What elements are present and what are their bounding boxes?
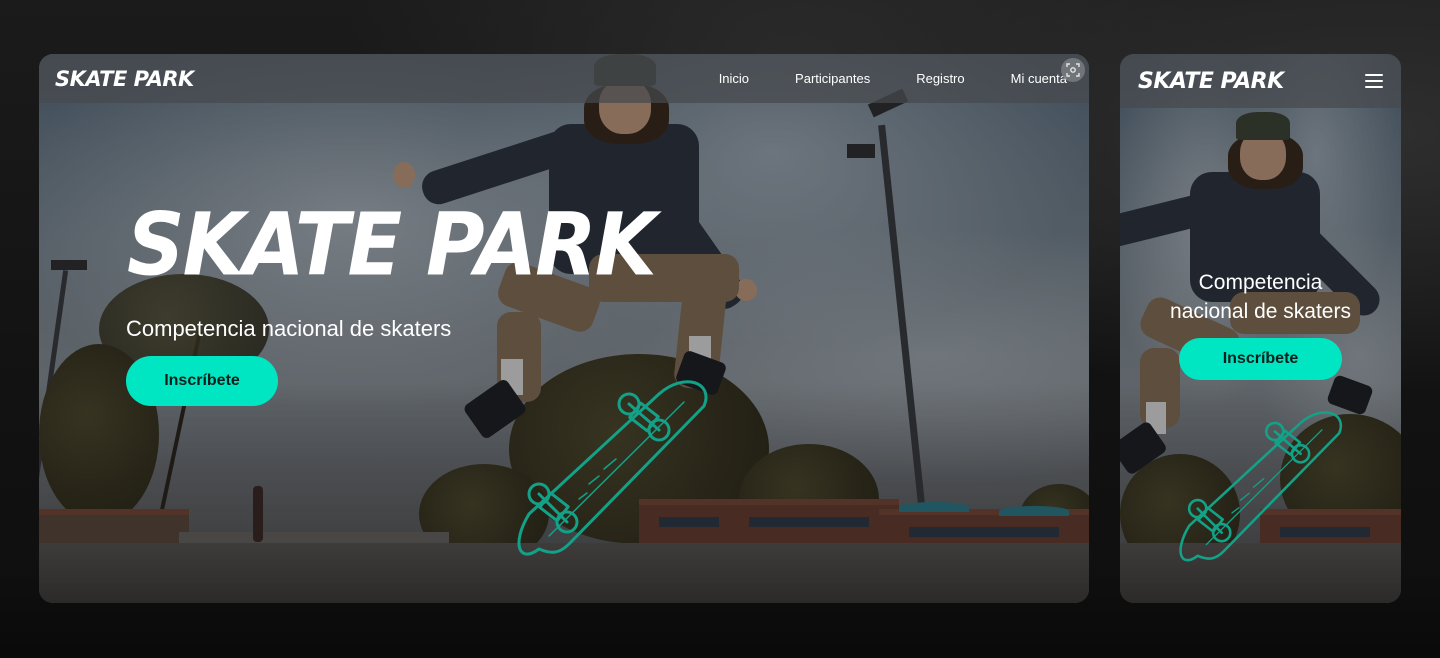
brand-logo[interactable]: SKATE PARK xyxy=(1138,69,1284,94)
brand-logo[interactable]: SKATE PARK xyxy=(55,67,194,91)
nav-link-mi-cuenta[interactable]: Mi cuenta xyxy=(988,71,1073,86)
nav-link-inicio[interactable]: Inicio xyxy=(696,71,772,86)
signup-button[interactable]: Inscríbete xyxy=(126,356,278,406)
mobile-preview: SKATE PARK Competencia nacional de skate… xyxy=(1120,54,1401,603)
mobile-navbar: SKATE PARK xyxy=(1120,54,1401,108)
hero-title: SKATE PARK xyxy=(127,194,657,295)
desktop-preview: SKATE PARK Inicio Participantes Registro… xyxy=(39,54,1089,603)
screenshot-icon[interactable] xyxy=(1061,58,1085,82)
showcase-stage: SKATE PARK Inicio Participantes Registro… xyxy=(0,0,1440,658)
hero-subtitle: Competencia nacional de skaters xyxy=(1120,268,1401,326)
nav-links: Inicio Participantes Registro Mi cuenta xyxy=(696,71,1073,86)
nav-link-registro[interactable]: Registro xyxy=(893,71,987,86)
signup-button[interactable]: Inscríbete xyxy=(1179,338,1342,380)
hero-subtitle-line-1: Competencia xyxy=(1198,271,1323,294)
hero-subtitle-line-2: nacional de skaters xyxy=(1170,300,1351,323)
hero-subtitle: Competencia nacional de skaters xyxy=(126,316,452,341)
hamburger-icon[interactable] xyxy=(1365,74,1383,88)
nav-link-participantes[interactable]: Participantes xyxy=(772,71,893,86)
top-navbar: SKATE PARK Inicio Participantes Registro… xyxy=(39,54,1089,103)
